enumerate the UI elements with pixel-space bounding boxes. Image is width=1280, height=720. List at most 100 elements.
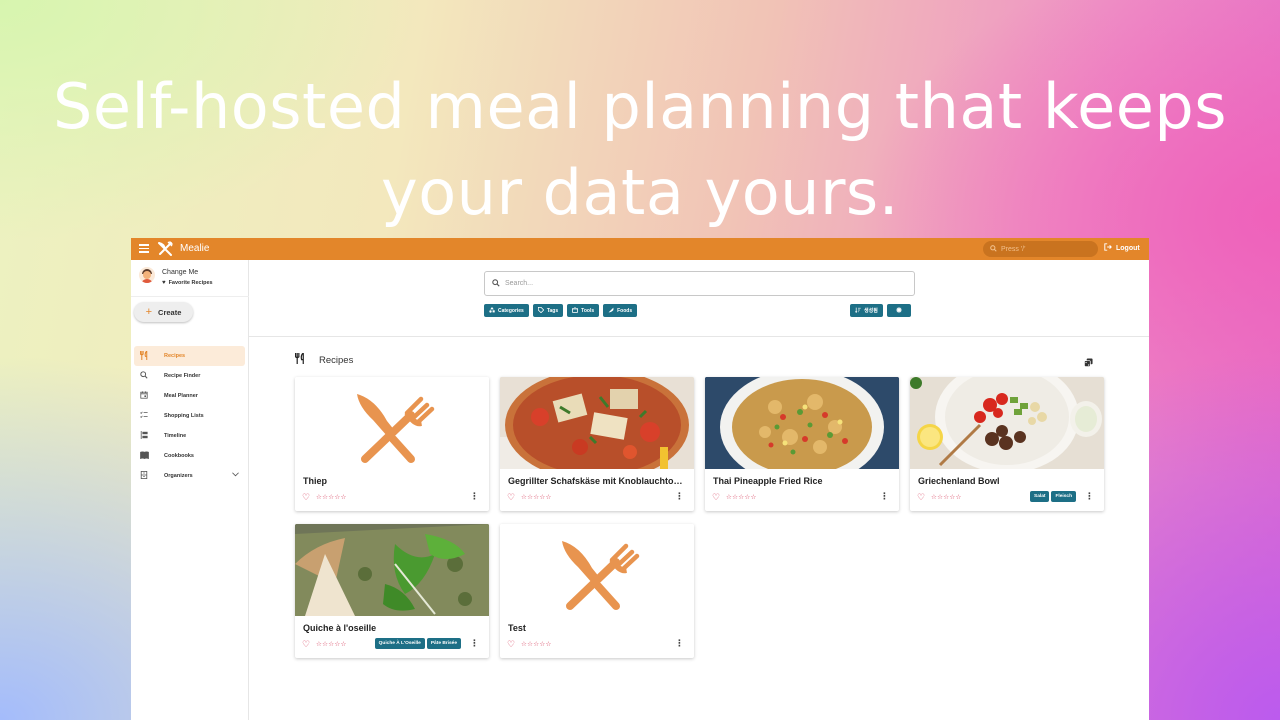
sort-label: 생성됨	[864, 308, 878, 314]
search-icon	[492, 278, 500, 289]
categories-icon	[489, 306, 495, 315]
recipe-title[interactable]: Gegrillter Schafskäse mit Knoblauchtomat…	[508, 476, 688, 486]
recipe-card[interactable]: Test ♡ ☆☆☆☆☆ ⋮	[500, 524, 694, 658]
recipe-card[interactable]: Quiche à l'oseille ♡ ☆☆☆☆☆ Quiche À L'Os…	[295, 524, 489, 658]
more-vert-icon[interactable]: ⋮	[675, 491, 684, 502]
recipe-title[interactable]: Griechenland Bowl	[918, 476, 1098, 486]
search-icon	[990, 244, 997, 254]
section-title: Recipes	[319, 354, 354, 366]
more-vert-icon[interactable]: ⋮	[470, 491, 479, 502]
rating-stars[interactable]: ☆☆☆☆☆	[521, 493, 552, 501]
create-button[interactable]: + Create	[134, 302, 193, 322]
sidebar: Change Me ♥ Favorite Recipes + Create Rec…	[131, 260, 249, 720]
recipe-tags: Salat Fleisch	[1030, 491, 1076, 502]
favorite-heart-icon[interactable]: ♡	[917, 492, 925, 503]
sidebar-item-label: Recipe Finder	[164, 373, 201, 379]
recipe-search-input[interactable]: Search...	[484, 271, 915, 296]
foods-filter-button[interactable]: Foods	[603, 304, 638, 317]
tag-chip[interactable]: Fleisch	[1051, 491, 1076, 502]
user-name[interactable]: Change Me	[162, 269, 198, 276]
favorite-recipes-link[interactable]: ♥ Favorite Recipes	[162, 280, 213, 286]
sidebar-item-meal-planner[interactable]: Meal Planner	[134, 386, 245, 406]
create-label: Create	[158, 307, 182, 317]
recipe-image[interactable]	[705, 377, 899, 469]
filter-label: Tags	[546, 307, 559, 314]
sidebar-item-shopping-lists[interactable]: Shopping Lists	[134, 406, 245, 426]
top-app-bar: Mealie Press '/' Logout	[131, 238, 1149, 260]
avatar[interactable]	[139, 267, 155, 283]
timeline-icon	[135, 431, 153, 441]
sidebar-item-label: Recipes	[164, 353, 186, 359]
more-vert-icon[interactable]: ⋮	[880, 491, 889, 502]
more-vert-icon[interactable]: ⋮	[675, 638, 684, 649]
logout-icon	[1104, 243, 1112, 253]
recipe-placeholder-image[interactable]	[500, 524, 694, 616]
sort-button[interactable]: 생성됨	[850, 304, 883, 317]
rating-stars[interactable]: ☆☆☆☆☆	[316, 640, 347, 648]
tag-chip[interactable]: Quiche À L'Oseille	[374, 638, 425, 649]
recipe-card[interactable]: Thai Pineapple Fried Rice ♡ ☆☆☆☆☆ ⋮	[705, 377, 899, 511]
fork-knife-icon	[562, 541, 640, 610]
chevron-down-icon[interactable]	[232, 472, 239, 479]
food-icon	[608, 307, 614, 315]
recipe-title[interactable]: Quiche à l'oseille	[303, 623, 483, 633]
logout-label: Logout	[1116, 244, 1140, 252]
recipe-image[interactable]	[910, 377, 1104, 469]
tags-filter-button[interactable]: Tags	[532, 304, 564, 317]
filter-label: Tools	[581, 307, 595, 314]
tag-icon	[537, 306, 545, 315]
user-profile[interactable]	[139, 267, 155, 283]
settings-button[interactable]	[886, 304, 911, 317]
hero-line-1: Self-hosted meal planning that keeps	[52, 70, 1228, 143]
more-vert-icon[interactable]: ⋮	[1085, 491, 1094, 502]
favorite-heart-icon[interactable]: ♡	[507, 639, 515, 650]
pot-icon	[572, 306, 579, 315]
global-search-input[interactable]: Press '/'	[983, 241, 1098, 257]
mealie-logo-icon[interactable]	[157, 241, 173, 262]
recipe-title[interactable]: Thai Pineapple Fried Rice	[713, 476, 893, 486]
sidebar-item-organizers[interactable]: Organizers	[134, 466, 245, 486]
categories-filter-button[interactable]: Categories	[484, 304, 529, 317]
recipe-card[interactable]: Thiep ♡ ☆☆☆☆☆ ⋮	[295, 377, 489, 511]
logout-button[interactable]: Logout	[1104, 243, 1140, 253]
favorite-heart-icon[interactable]: ♡	[507, 492, 515, 503]
calendar-icon	[135, 391, 153, 401]
divider	[131, 296, 249, 297]
tools-filter-button[interactable]: Tools	[567, 304, 600, 317]
favorite-heart-icon[interactable]: ♡	[712, 492, 720, 503]
favorite-heart-icon[interactable]: ♡	[302, 639, 310, 650]
favorite-heart-icon[interactable]: ♡	[302, 492, 310, 503]
recipe-card[interactable]: Gegrillter Schafskäse mit Knoblauchtomat…	[500, 377, 694, 511]
book-icon	[135, 451, 153, 461]
rating-stars[interactable]: ☆☆☆☆☆	[726, 493, 757, 501]
more-vert-icon[interactable]: ⋮	[470, 638, 479, 649]
app-title[interactable]: Mealie	[180, 243, 209, 254]
gear-icon	[895, 306, 902, 315]
sidebar-item-cookbooks[interactable]: Cookbooks	[134, 446, 245, 466]
recipe-image[interactable]	[500, 377, 694, 469]
tag-chip[interactable]: Pâte Brisée	[426, 638, 461, 649]
sidebar-item-recipe-finder[interactable]: Recipe Finder	[134, 366, 245, 386]
favorite-recipes-label: Favorite Recipes	[168, 280, 213, 286]
checklist-icon	[135, 411, 153, 421]
sidebar-item-label: Timeline	[164, 433, 187, 439]
rating-stars[interactable]: ☆☆☆☆☆	[316, 493, 347, 501]
recipe-title[interactable]: Test	[508, 623, 688, 633]
dice-icon[interactable]	[1084, 354, 1093, 372]
recipe-card[interactable]: Griechenland Bowl ♡ ☆☆☆☆☆ Salat Fleisch …	[910, 377, 1104, 511]
sidebar-item-label: Cookbooks	[164, 453, 194, 459]
sidebar-item-label: Shopping Lists	[164, 413, 204, 419]
filter-label: Foods	[617, 307, 633, 314]
sidebar-item-timeline[interactable]: Timeline	[134, 426, 245, 446]
rating-stars[interactable]: ☆☆☆☆☆	[521, 640, 552, 648]
sort-controls: 생성됨	[850, 304, 911, 317]
divider	[249, 336, 1149, 337]
search-icon	[135, 371, 153, 381]
rating-stars[interactable]: ☆☆☆☆☆	[931, 493, 962, 501]
tag-chip[interactable]: Salat	[1030, 491, 1050, 502]
recipe-title[interactable]: Thiep	[303, 476, 483, 486]
recipe-placeholder-image[interactable]	[295, 377, 489, 469]
recipe-image[interactable]	[295, 524, 489, 616]
menu-icon[interactable]	[139, 244, 149, 253]
sidebar-item-recipes[interactable]: Recipes	[134, 346, 245, 366]
